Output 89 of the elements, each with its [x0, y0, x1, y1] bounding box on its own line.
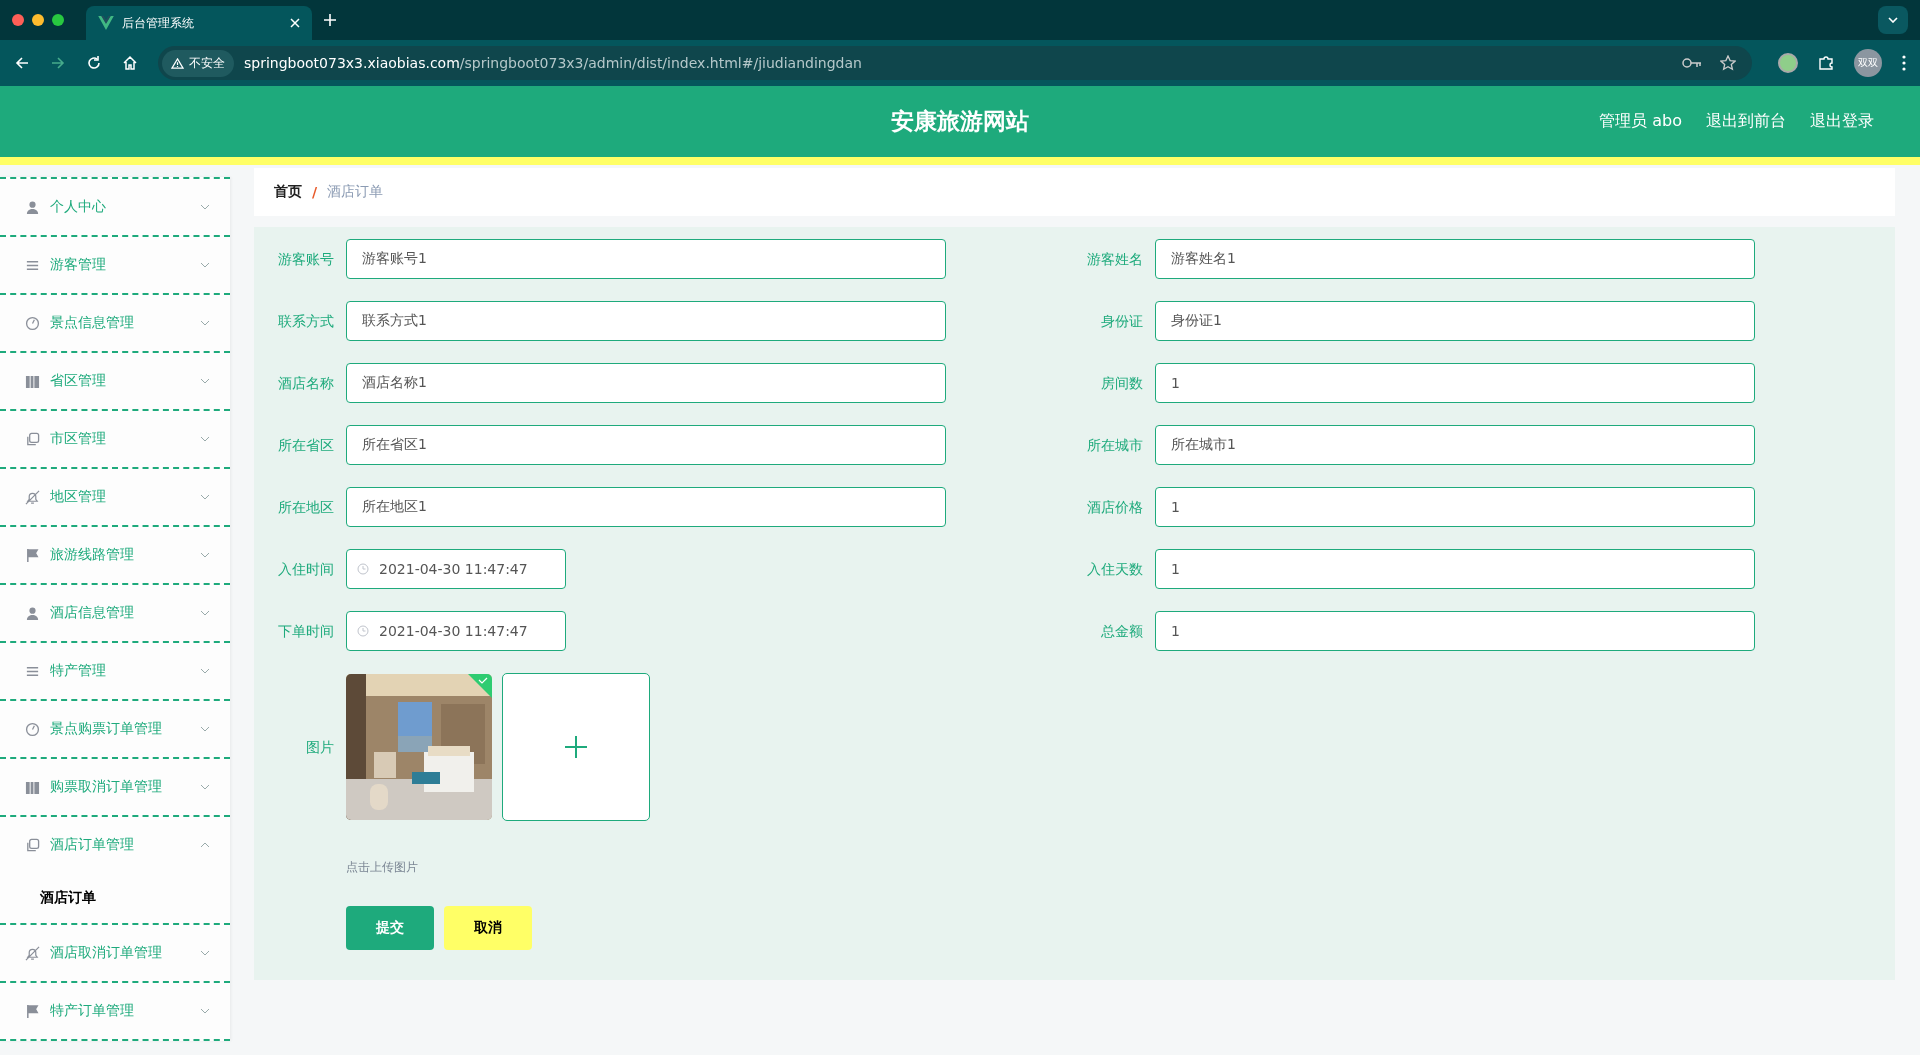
- menu-icon: [25, 605, 40, 621]
- clock-icon: [357, 563, 369, 575]
- field-label: 图片: [305, 738, 335, 757]
- field-label: 总金额: [1100, 622, 1144, 641]
- tab-title: 后台管理系统: [122, 14, 195, 32]
- chevron-down-icon: [1888, 17, 1898, 23]
- menu-icon: [25, 779, 40, 795]
- new-tab-icon[interactable]: [324, 14, 336, 26]
- key-icon[interactable]: [1682, 57, 1702, 69]
- chevron-icon: [200, 726, 210, 732]
- text-field[interactable]: 1: [1155, 549, 1755, 589]
- upload-button[interactable]: [502, 673, 650, 821]
- plus-icon: [564, 735, 588, 759]
- field-label: 入住天数: [1086, 560, 1144, 579]
- submenu-item[interactable]: 酒店订单: [0, 873, 230, 923]
- menu-icon: [25, 837, 40, 853]
- text-field[interactable]: 联系方式1: [346, 301, 946, 341]
- close-tab-icon[interactable]: [290, 18, 300, 28]
- text-field[interactable]: 1: [1155, 363, 1755, 403]
- home-icon[interactable]: [122, 55, 138, 71]
- text-field[interactable]: 所在省区1: [346, 425, 946, 465]
- chevron-icon: [200, 320, 210, 326]
- chevron-icon: [200, 668, 210, 674]
- security-chip[interactable]: 不安全: [162, 49, 234, 77]
- field-label: 酒店价格: [1086, 498, 1144, 517]
- field-label: 下单时间: [277, 622, 335, 641]
- chevron-icon: [200, 842, 210, 848]
- field-label: 身份证: [1100, 312, 1144, 331]
- address-bar[interactable]: 不安全 springboot073x3.xiaobias.com/springboot073x3/admin/dist/index.html#/jiudiandingdan: [158, 46, 1752, 80]
- text-field[interactable]: 游客账号1: [346, 239, 946, 279]
- chevron-icon: [200, 1008, 210, 1014]
- v-logo-icon: [98, 16, 114, 30]
- browser-tab[interactable]: 后台管理系统: [86, 6, 312, 40]
- back-icon[interactable]: [14, 55, 30, 71]
- warning-icon: [171, 57, 184, 69]
- chevron-icon: [200, 552, 210, 558]
- cancel-button[interactable]: 取消: [444, 906, 532, 950]
- user-name: 管理员 abo: [1599, 111, 1682, 132]
- chevron-icon: [200, 494, 210, 500]
- field-label: 联系方式: [277, 312, 335, 331]
- field-label: 入住时间: [277, 560, 335, 579]
- upload-hint: 点击上传图片: [346, 859, 419, 876]
- text-field[interactable]: 游客姓名1: [1155, 239, 1755, 279]
- text-field[interactable]: 1: [1155, 611, 1755, 651]
- menu-icon: [25, 199, 40, 215]
- text-field[interactable]: 酒店名称1: [346, 363, 946, 403]
- date-field[interactable]: 2021-04-30 11:47:47: [346, 549, 566, 589]
- text-field[interactable]: 身份证1: [1155, 301, 1755, 341]
- menu-icon: [25, 489, 40, 505]
- maximize-window-icon[interactable]: [52, 14, 64, 26]
- menu-icon: [25, 547, 40, 563]
- star-icon[interactable]: [1720, 55, 1736, 71]
- chevron-icon: [200, 262, 210, 268]
- chevron-icon: [200, 378, 210, 384]
- forward-icon[interactable]: [50, 55, 66, 71]
- chevron-icon: [200, 950, 210, 956]
- field-label: 所在城市: [1086, 436, 1144, 455]
- breadcrumb-separator: /: [312, 184, 318, 200]
- menu-icon: [25, 721, 40, 737]
- minimize-window-icon[interactable]: [32, 14, 44, 26]
- field-label: 所在省区: [277, 436, 335, 455]
- more-icon[interactable]: [1902, 55, 1906, 71]
- text-field[interactable]: 所在地区1: [346, 487, 946, 527]
- menu-icon: [25, 945, 40, 961]
- reload-icon[interactable]: [86, 55, 102, 71]
- menu-icon: [25, 373, 40, 389]
- chevron-icon: [200, 204, 210, 210]
- date-field[interactable]: 2021-04-30 11:47:47: [346, 611, 566, 651]
- field-label: 游客姓名: [1086, 250, 1144, 269]
- text-field[interactable]: 所在城市1: [1155, 425, 1755, 465]
- breadcrumb-link[interactable]: 首页: [274, 183, 302, 201]
- field-label: 房间数: [1100, 374, 1144, 393]
- close-window-icon[interactable]: [12, 14, 24, 26]
- tab-menu-button[interactable]: [1878, 6, 1908, 34]
- menu-icon: [25, 1003, 40, 1019]
- site-title: 安康旅游网站: [891, 107, 1029, 136]
- menu-icon: [25, 315, 40, 331]
- chevron-icon: [200, 784, 210, 790]
- menu-icon: [25, 431, 40, 447]
- text-field[interactable]: 1: [1155, 487, 1755, 527]
- url-text: springboot073x3.xiaobias.com/springboot073x3/admin/dist/index.html#/jiudiandingdan: [244, 55, 862, 71]
- extension-icon[interactable]: [1778, 53, 1798, 73]
- field-label: 游客账号: [277, 250, 335, 269]
- chevron-icon: [200, 610, 210, 616]
- field-label: 所在地区: [277, 498, 335, 517]
- chevron-icon: [200, 436, 210, 442]
- clock-icon: [357, 625, 369, 637]
- puzzle-icon[interactable]: [1818, 55, 1834, 71]
- field-label: 酒店名称: [277, 374, 335, 393]
